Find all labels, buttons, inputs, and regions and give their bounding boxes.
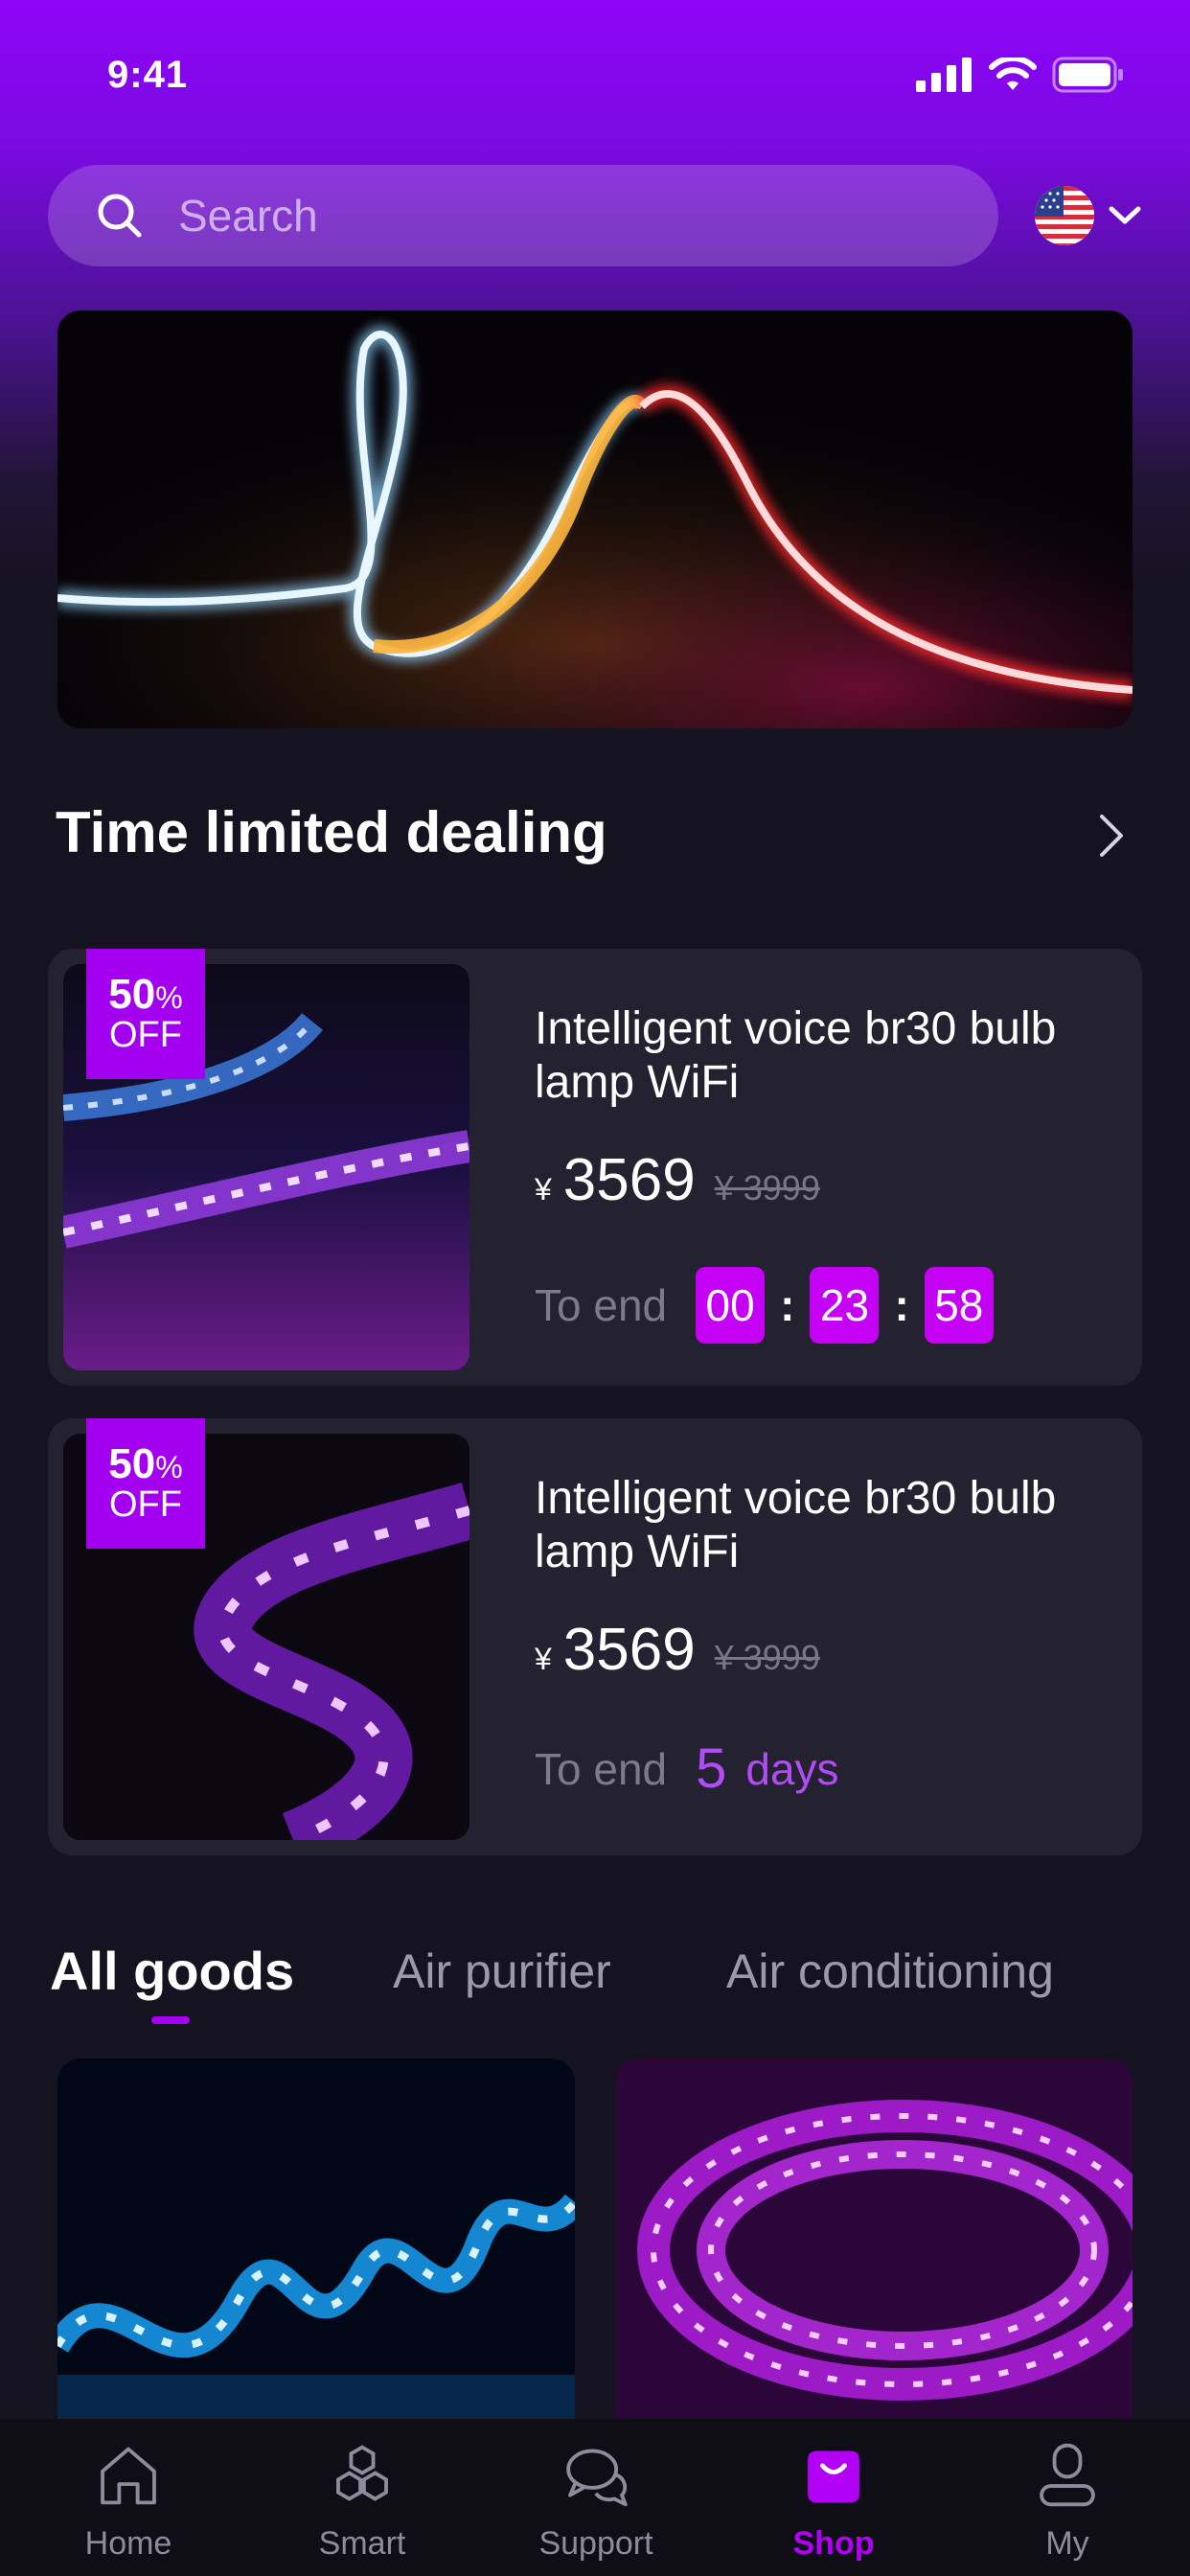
wifi-icon bbox=[989, 58, 1037, 90]
timer-colon: : bbox=[780, 1280, 795, 1330]
tab-air-purifier[interactable]: Air purifier bbox=[393, 1944, 611, 1999]
to-end-label: To end bbox=[535, 1280, 668, 1330]
timer-seconds: 58 bbox=[924, 1267, 994, 1344]
status-time: 9:41 bbox=[107, 54, 189, 96]
tab-indicator bbox=[151, 2016, 190, 2024]
current-price: 3569 bbox=[562, 1147, 696, 1213]
nav-label: My bbox=[1045, 2525, 1089, 2562]
nav-support[interactable]: Support bbox=[500, 2438, 692, 2563]
home-icon bbox=[101, 2447, 156, 2505]
user-icon bbox=[1040, 2443, 1095, 2507]
original-price: ¥ 3999 bbox=[714, 1168, 820, 1208]
bottom-nav: Home Smart Support Shop My bbox=[0, 2419, 1190, 2576]
search-bar[interactable] bbox=[48, 165, 998, 266]
timer-hours: 00 bbox=[696, 1267, 766, 1344]
signal-icon bbox=[916, 58, 972, 92]
deal-card[interactable]: 50% OFF Intelligent voice br30 bulb lamp… bbox=[48, 1418, 1142, 1855]
deal-card[interactable]: 50% OFF Intelligent voice br30 bulb lamp… bbox=[48, 949, 1142, 1386]
badge-off: OFF bbox=[109, 1484, 182, 1526]
timer-minutes: 23 bbox=[810, 1267, 880, 1344]
deals-section-title: Time limited dealing bbox=[56, 800, 607, 864]
status-bar: 9:41 bbox=[0, 0, 1190, 144]
badge-percent: 50 bbox=[108, 1439, 156, 1487]
badge-percent-sign: % bbox=[155, 979, 183, 1015]
chevron-right-icon[interactable] bbox=[1092, 809, 1131, 862]
promo-banner[interactable] bbox=[57, 310, 1133, 728]
product-card[interactable] bbox=[615, 2058, 1133, 2423]
product-card[interactable] bbox=[57, 2058, 575, 2423]
badge-percent: 50 bbox=[108, 970, 156, 1018]
battery-icon bbox=[1052, 57, 1123, 93]
nav-my[interactable]: My bbox=[972, 2438, 1163, 2563]
nav-label: Shop bbox=[792, 2525, 875, 2562]
currency-symbol: ¥ bbox=[535, 1642, 552, 1676]
price-row: ¥ 3569 ¥ 3999 bbox=[535, 1616, 820, 1684]
tab-air-conditioning[interactable]: Air conditioning bbox=[726, 1944, 1054, 1999]
days-count: 5 bbox=[696, 1737, 727, 1800]
us-flag-icon bbox=[1035, 186, 1094, 245]
to-end-label: To end bbox=[535, 1743, 668, 1794]
days-label: days bbox=[745, 1743, 839, 1794]
nav-label: Support bbox=[538, 2525, 653, 2562]
status-icons bbox=[916, 56, 1125, 94]
nav-shop[interactable]: Shop bbox=[738, 2438, 929, 2563]
smart-icon bbox=[336, 2445, 388, 2501]
support-icon bbox=[566, 2449, 628, 2507]
tab-all-goods[interactable]: All goods bbox=[50, 1940, 294, 2002]
shop-icon bbox=[808, 2450, 859, 2503]
chevron-down-icon bbox=[1109, 206, 1141, 224]
region-selector[interactable] bbox=[1035, 184, 1148, 247]
original-price: ¥ 3999 bbox=[714, 1638, 820, 1677]
discount-badge: 50% OFF bbox=[86, 1418, 205, 1549]
nav-label: Smart bbox=[318, 2525, 406, 2562]
nav-smart[interactable]: Smart bbox=[266, 2438, 458, 2563]
search-icon bbox=[98, 194, 142, 238]
product-title: Intelligent voice br30 bulb lamp WiFi bbox=[535, 1473, 1057, 1577]
search-input[interactable] bbox=[178, 184, 964, 247]
price-row: ¥ 3569 ¥ 3999 bbox=[535, 1146, 820, 1214]
timer-colon: : bbox=[894, 1280, 909, 1330]
discount-badge: 50% OFF bbox=[86, 949, 205, 1079]
nav-label: Home bbox=[84, 2525, 172, 2562]
category-tabs: All goods Air purifier Air conditioning bbox=[50, 1926, 1161, 2032]
countdown: To end 5 days bbox=[535, 1736, 839, 1801]
badge-off: OFF bbox=[109, 1015, 182, 1056]
nav-home[interactable]: Home bbox=[33, 2438, 224, 2563]
product-title: Intelligent voice br30 bulb lamp WiFi bbox=[535, 1003, 1057, 1108]
badge-percent-sign: % bbox=[155, 1449, 183, 1484]
current-price: 3569 bbox=[562, 1617, 696, 1683]
countdown: To end 00 : 23 : 58 bbox=[535, 1267, 994, 1344]
currency-symbol: ¥ bbox=[535, 1172, 552, 1207]
